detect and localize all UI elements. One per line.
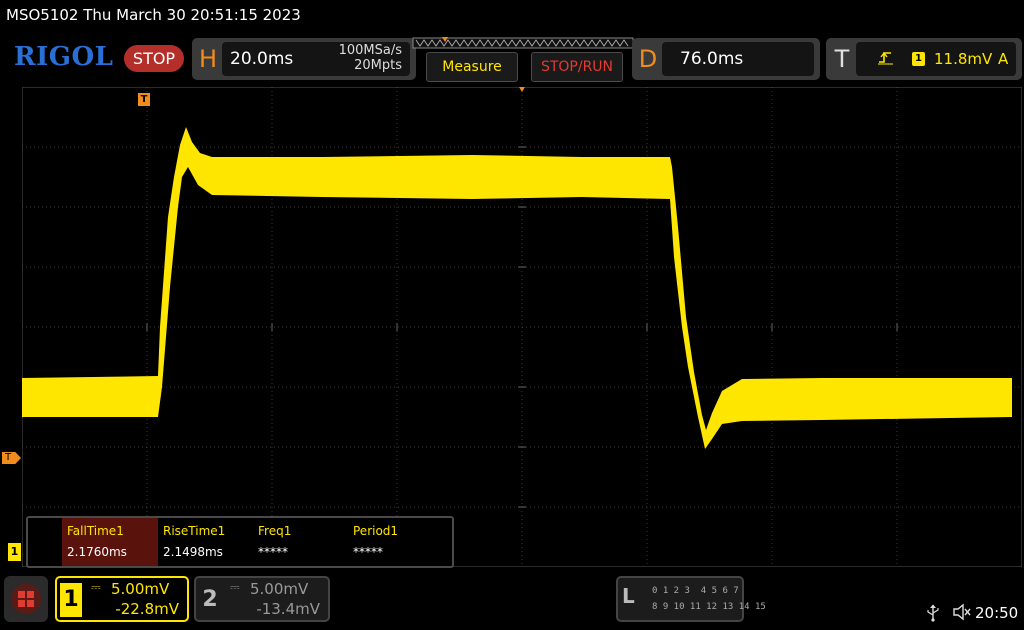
trigger-level-marker[interactable]: T	[2, 452, 21, 464]
run-state-badge: STOP	[124, 45, 184, 72]
channel2-number: 2	[202, 587, 218, 612]
channel2-panel[interactable]: 2 ⎓ 5.00mV -13.4mV	[194, 576, 330, 622]
measurement-risetime[interactable]: RiseTime1 2.1498ms	[158, 518, 254, 566]
measurement-label: RiseTime1	[163, 524, 226, 538]
delay-panel[interactable]: D 76.0ms	[632, 38, 820, 80]
measurement-freq[interactable]: Freq1 *****	[253, 518, 349, 566]
channel2-offset: -13.4mV	[256, 600, 320, 618]
digital-channels-row2: 8 9 10 11 12 13 14 15	[652, 602, 766, 612]
delay-display: 76.0ms	[662, 42, 814, 76]
digital-channels-row1: 0 1 2 3 4 5 6 7	[652, 586, 739, 596]
model-datetime: MSO5102 Thu March 30 20:51:15 2023	[6, 6, 301, 24]
acquisition-info: 100MSa/s 20Mpts	[339, 43, 402, 73]
channel1-panel[interactable]: 1 ⎓ 5.00mV -22.8mV	[55, 576, 189, 622]
trigger-position-marker[interactable]: T	[138, 93, 150, 106]
channel1-scale: 5.00mV	[111, 580, 170, 598]
delay-value: 76.0ms	[680, 49, 744, 69]
channel2-scale: 5.00mV	[250, 580, 309, 598]
channel1-offset: -22.8mV	[115, 600, 179, 618]
measurement-results[interactable]: FallTime1 2.1760ms RiseTime1 2.1498ms Fr…	[26, 516, 454, 568]
timebase-value: 20.0ms	[230, 49, 294, 69]
trigger-position-strip	[412, 37, 634, 49]
delay-letter: D	[638, 45, 658, 73]
measurement-label: FallTime1	[67, 524, 124, 538]
measure-button[interactable]: Measure	[426, 52, 518, 82]
grid-menu-icon	[11, 584, 41, 614]
dc-coupling-icon: ⎓	[230, 580, 240, 594]
usb-icon	[927, 604, 939, 622]
trigger-letter: T	[834, 45, 850, 73]
horizontal-panel[interactable]: H 20.0ms 100MSa/s 20Mpts	[192, 38, 416, 80]
trigger-display: 1 11.8mV A	[856, 42, 1016, 76]
speaker-muted-icon[interactable]	[952, 603, 972, 621]
status-clock: 20:50	[975, 604, 1019, 622]
measurement-falltime[interactable]: FallTime1 2.1760ms	[62, 518, 158, 566]
measurement-label: Period1	[353, 524, 399, 538]
main-menu-button[interactable]	[4, 576, 48, 622]
trigger-panel[interactable]: T 1 11.8mV A	[826, 38, 1022, 80]
rising-edge-icon	[878, 51, 893, 65]
channel1-number: 1	[60, 583, 82, 617]
measurement-value: *****	[353, 545, 383, 559]
measurement-period[interactable]: Period1 *****	[348, 518, 444, 566]
trigger-source-badge: 1	[912, 52, 925, 66]
stop-run-button[interactable]: STOP/RUN	[531, 52, 623, 82]
trigger-mode: A	[998, 50, 1009, 68]
measurement-value: 2.1760ms	[67, 545, 127, 559]
sample-rate: 100MSa/s	[338, 43, 402, 58]
logic-analyzer-panel[interactable]: L 0 1 2 3 4 5 6 7 8 9 10 11 12 13 14 15	[616, 576, 766, 622]
measurement-value: *****	[258, 545, 288, 559]
logic-analyzer-letter: L	[622, 584, 635, 608]
horizontal-letter: H	[198, 45, 218, 73]
waveform-display[interactable]	[22, 87, 1022, 567]
horizontal-display: 20.0ms 100MSa/s 20Mpts	[222, 42, 410, 76]
measurement-label: Freq1	[258, 524, 292, 538]
channel1-offset-marker[interactable]: 1	[8, 543, 21, 561]
trigger-level-value: 11.8mV	[934, 50, 993, 68]
dc-coupling-icon: ⎓	[91, 580, 101, 594]
memory-depth: 20Mpts	[354, 58, 402, 73]
rigol-logo: RIGOL	[14, 42, 114, 72]
measurement-value: 2.1498ms	[163, 545, 223, 559]
